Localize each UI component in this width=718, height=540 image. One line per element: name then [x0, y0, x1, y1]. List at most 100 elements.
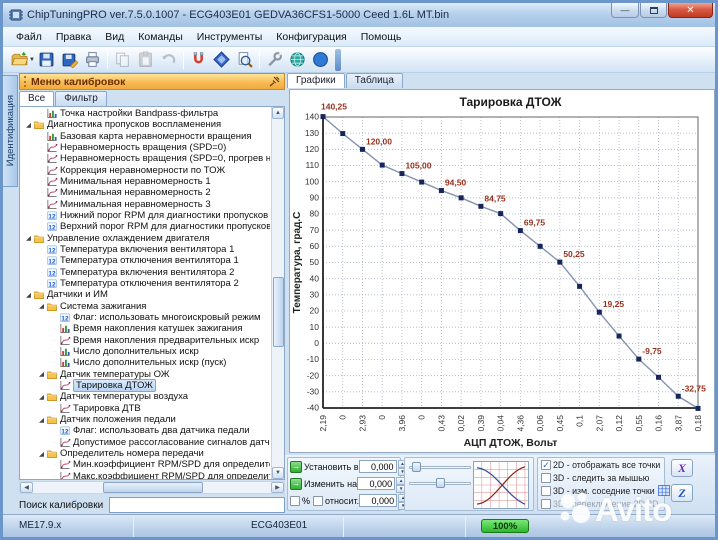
tree-item[interactable]: ◢Датчик положения педали	[22, 414, 270, 425]
axis-z-button[interactable]: Z	[671, 484, 693, 502]
calibration-tree[interactable]: ·Точка настройки Bandpass-фильтра◢Диагно…	[19, 106, 285, 480]
print-button[interactable]	[81, 49, 104, 71]
expander-icon[interactable]: ◢	[24, 121, 33, 129]
calibration-tab-active[interactable]: Все	[19, 91, 54, 106]
data-point[interactable]	[478, 204, 483, 209]
tree-item[interactable]: ◢Датчик температуры воздуха	[22, 391, 270, 402]
tree-item[interactable]: ·Число дополнительных искр (пуск)	[22, 357, 270, 368]
calibration-chart[interactable]: 1401301201101009080706050403020100-10-20…	[290, 90, 714, 452]
data-point[interactable]	[321, 114, 326, 119]
scroll-up-button[interactable]: ▲	[272, 107, 284, 119]
maximize-button[interactable]	[640, 3, 667, 18]
relative-value-input[interactable]	[359, 494, 397, 507]
tree-item[interactable]: ·Неравномерность вращения (SPD=0)	[22, 142, 270, 153]
compare-button[interactable]	[210, 49, 233, 71]
data-point[interactable]	[597, 310, 602, 315]
data-point[interactable]	[557, 260, 562, 265]
expander-icon[interactable]: ◢	[37, 416, 46, 424]
tree-item[interactable]: ·Коррекция неравномерности по ТОЖ	[22, 165, 270, 176]
tree-item-selected[interactable]: ·Тарировка ДТОЖ	[22, 380, 270, 391]
calibration-tab-tab[interactable]: Фильтр	[55, 91, 107, 106]
menu-item[interactable]: Правка	[49, 29, 98, 45]
tree-item[interactable]: ·Точка настройки Bandpass-фильтра	[22, 108, 270, 119]
data-point[interactable]	[636, 357, 641, 362]
data-point[interactable]	[696, 406, 701, 411]
scroll-down-button[interactable]: ▼	[272, 467, 284, 479]
data-point[interactable]	[340, 131, 345, 136]
tree-item[interactable]: ·12Флаг: использовать многоискровый режи…	[22, 312, 270, 323]
tree-item[interactable]: ·Мин.коэффициент RPM/SPD для определител…	[22, 459, 270, 470]
close-button[interactable]: ✕	[668, 3, 713, 18]
tree-item[interactable]: ·12Температура отключения вентилятора 1	[22, 255, 270, 266]
connection-button[interactable]	[286, 49, 309, 71]
menu-item[interactable]: Конфигурация	[269, 29, 353, 45]
menu-item[interactable]: Вид	[98, 29, 131, 45]
data-point[interactable]	[617, 334, 622, 339]
tree-item[interactable]: ·Минимальная неравномерность 2	[22, 187, 270, 198]
tree-horizontal-scrollbar[interactable]: ◀ ▶	[19, 481, 285, 494]
expander-icon[interactable]: ◢	[37, 393, 46, 401]
pin-icon[interactable]	[269, 76, 280, 87]
data-point[interactable]	[577, 284, 582, 289]
search-input[interactable]	[109, 497, 285, 513]
tree-item[interactable]: ·Время накопления предварительных искр	[22, 335, 270, 346]
tree-item[interactable]: ·Неравномерность вращения (SPD=0, прогре…	[22, 153, 270, 164]
tree-item[interactable]: ◢Управление охлаждением двигателя	[22, 233, 270, 244]
tree-item[interactable]: ·12Температура отключения вентилятора 2	[22, 278, 270, 289]
axis-x-button[interactable]: X	[671, 459, 693, 477]
tree-item[interactable]: ·12Верхний порог RPM для диагностики про…	[22, 221, 270, 232]
tree-item[interactable]: ·Время накопления катушек зажигания	[22, 323, 270, 334]
menu-item[interactable]: Файл	[9, 29, 49, 45]
menu-item[interactable]: Команды	[131, 29, 190, 45]
view-tab-tab[interactable]: Таблица	[346, 73, 403, 88]
help-button[interactable]	[309, 49, 332, 71]
tree-item[interactable]: ◢Датчики и ИМ	[22, 289, 270, 300]
scroll-right-button[interactable]: ▶	[271, 482, 284, 493]
save-as-button[interactable]	[58, 49, 81, 71]
data-point[interactable]	[676, 394, 681, 399]
data-point[interactable]	[498, 211, 503, 216]
data-point[interactable]	[360, 147, 365, 152]
data-point[interactable]	[419, 180, 424, 185]
expander-icon[interactable]: ◢	[37, 450, 46, 458]
data-point[interactable]	[439, 188, 444, 193]
data-point[interactable]	[538, 244, 543, 249]
slider-thumb[interactable]	[436, 478, 445, 488]
scroll-left-button[interactable]: ◀	[20, 482, 33, 493]
tree-item[interactable]: ·12Нижний порог RPM для диагностики проп…	[22, 210, 270, 221]
tree-item[interactable]: ◢Система зажигания	[22, 301, 270, 312]
apply-arrow-button[interactable]: →	[290, 461, 302, 473]
tree-item[interactable]: ·12Температура включения вентилятора 2	[22, 267, 270, 278]
slider-thumb[interactable]	[412, 462, 421, 472]
change-value-input[interactable]	[357, 477, 395, 490]
relative-checkbox[interactable]	[313, 496, 323, 506]
tree-item[interactable]: ·Число дополнительных искр	[22, 346, 270, 357]
tools-button[interactable]	[263, 49, 286, 71]
table-grid-icon[interactable]	[658, 485, 670, 496]
data-point[interactable]	[459, 195, 464, 200]
tree-item[interactable]: ·Минимальная неравномерность 3	[22, 199, 270, 210]
data-point[interactable]	[518, 228, 523, 233]
scroll-thumb[interactable]	[103, 482, 203, 493]
expander-icon[interactable]: ◢	[24, 291, 33, 299]
search-file-button[interactable]	[233, 49, 256, 71]
view-tab-active[interactable]: Графики	[287, 73, 345, 88]
tree-item[interactable]: ·Базовая карта неравномерности вращения	[22, 131, 270, 142]
title-bar[interactable]: ChipTuningPRO ver.7.5.0.1007 - ECG403E01…	[3, 3, 715, 27]
fine-slider[interactable]	[409, 478, 471, 488]
save-button[interactable]	[35, 49, 58, 71]
data-point[interactable]	[656, 375, 661, 380]
expander-icon[interactable]: ◢	[24, 234, 33, 242]
curve-preview-thumbnail[interactable]	[473, 461, 529, 509]
tree-item[interactable]: ·Макс.коэффициент RPM/SPD для определите…	[22, 471, 270, 481]
tree-vertical-scrollbar[interactable]: ▲ ▼	[271, 107, 284, 479]
data-point[interactable]	[399, 171, 404, 176]
identification-side-tab[interactable]: Идентификация	[3, 75, 18, 187]
checksum-button[interactable]	[187, 49, 210, 71]
tree-item[interactable]: ·12Температура включения вентилятора 1	[22, 244, 270, 255]
coarse-slider[interactable]	[409, 462, 471, 472]
expander-icon[interactable]: ◢	[37, 370, 46, 378]
menu-item[interactable]: Помощь	[354, 29, 409, 45]
minimize-button[interactable]: —	[611, 3, 639, 18]
tree-item[interactable]: ·12Флаг: использовать два датчика педали	[22, 425, 270, 436]
